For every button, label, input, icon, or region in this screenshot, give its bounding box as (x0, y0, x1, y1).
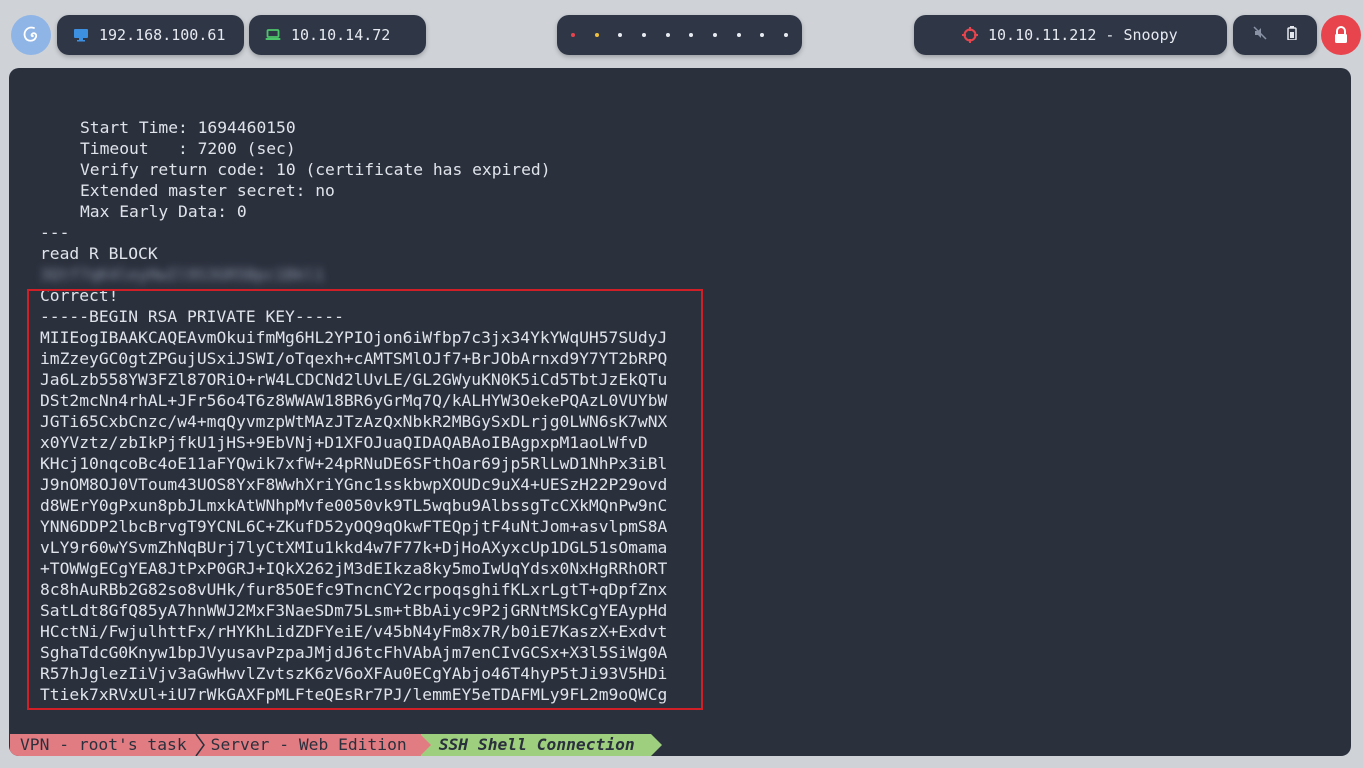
redacted-terminal-line: 3Qtf7qK4leyHwIl9S3GR5Bpc1Bkl1 (40, 265, 325, 284)
terminal-line: read R BLOCK (40, 244, 158, 263)
workspace-9-indicator[interactable] (760, 33, 765, 37)
terminal-line: --- (40, 223, 70, 242)
distro-logo-icon[interactable] (11, 15, 51, 55)
terminal-line: Verify return code: 10 (certificate has … (80, 160, 551, 179)
workspace-5-indicator[interactable] (665, 33, 670, 37)
terminal-line: Extended master secret: no (80, 181, 335, 200)
workspace-10-indicator[interactable] (784, 33, 789, 37)
battery-icon[interactable] (1287, 26, 1297, 44)
laptop-icon (265, 29, 281, 41)
vpn-ip-label: 10.10.14.72 (291, 26, 391, 44)
terminal-line: Max Early Data: 0 (80, 202, 247, 221)
terminal-line: Timeout : 7200 (sec) (80, 139, 296, 158)
workspace-8-indicator[interactable] (736, 33, 741, 37)
status-separator-icon (194, 734, 205, 756)
workspace-switcher[interactable] (557, 15, 802, 55)
workspace-4-indicator[interactable] (641, 33, 646, 37)
status-end-arrow-icon (650, 734, 662, 756)
vpn-ip-widget[interactable]: 10.10.14.72 (249, 15, 426, 55)
workspace-3-indicator[interactable] (618, 33, 623, 37)
status-segment-server: Server - Web Edition (204, 734, 421, 756)
status-segment-vpn: VPN - root's task (10, 734, 195, 756)
target-widget[interactable]: 10.10.11.212 - Snoopy (914, 15, 1227, 55)
lock-screen-icon[interactable] (1321, 15, 1361, 55)
target-label: 10.10.11.212 - Snoopy (988, 26, 1178, 44)
status-segment-ssh: SSH Shell Connection (430, 734, 651, 756)
system-tray[interactable] (1233, 15, 1317, 55)
host-ip-label: 192.168.100.61 (99, 26, 226, 44)
workspace-2-indicator[interactable] (594, 33, 599, 37)
monitor-icon (73, 28, 89, 42)
workspace-7-indicator[interactable] (712, 33, 717, 37)
status-arrow-icon (419, 734, 431, 756)
terminal-window[interactable]: Start Time: 1694460150 Timeout : 7200 (se… (9, 68, 1351, 756)
target-crosshair-icon (962, 27, 978, 43)
status-bar: VPN - root's task Server - Web Edition S… (10, 734, 662, 756)
workspace-1-indicator[interactable] (570, 33, 575, 37)
terminal-line: Start Time: 1694460150 (80, 118, 296, 137)
volume-muted-icon[interactable] (1253, 26, 1267, 44)
private-key-highlight-box (27, 289, 703, 710)
host-ip-widget[interactable]: 192.168.100.61 (57, 15, 244, 55)
workspace-6-indicator[interactable] (689, 33, 694, 37)
